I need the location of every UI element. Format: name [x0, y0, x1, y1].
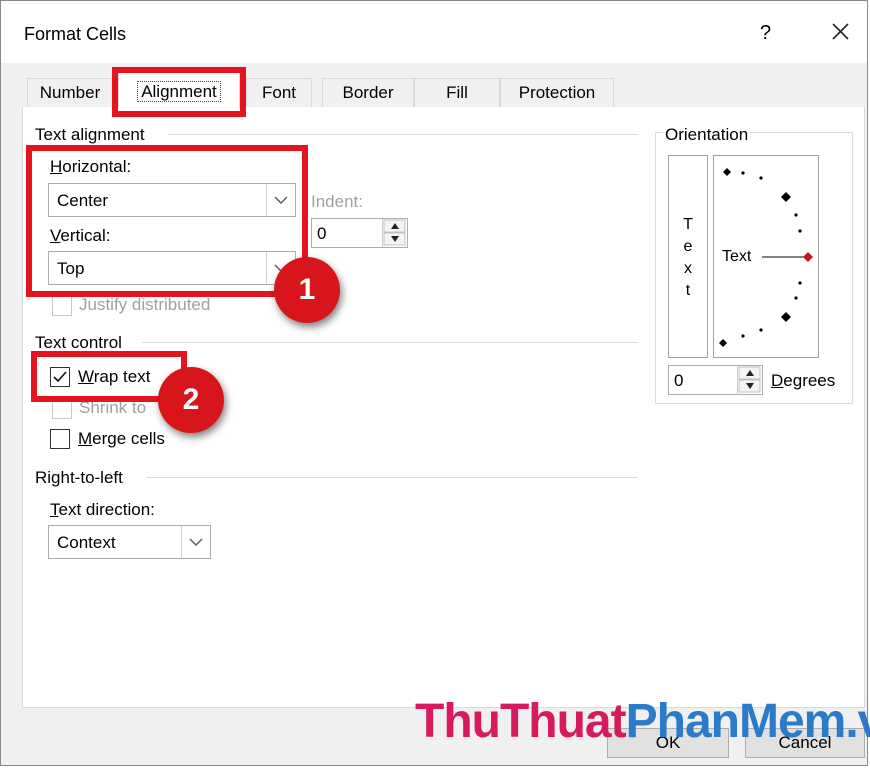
watermark-logo: ThuThuatPhanMem.vn — [415, 694, 870, 749]
text-alignment-divider — [168, 134, 638, 135]
right-to-left-group-title: Right-to-left — [35, 468, 123, 487]
tab-font[interactable]: Font — [246, 78, 312, 108]
tab-border[interactable]: Border — [322, 78, 414, 108]
shrink-to-fit-checkbox[interactable] — [52, 399, 72, 419]
indent-spin-buttons[interactable] — [382, 219, 407, 247]
vertical-text-letter: e — [683, 238, 693, 255]
merge-cells-label-rest: erge cells — [92, 429, 165, 448]
alignment-tab-highlight — [112, 67, 246, 117]
indent-value: 0 — [317, 224, 327, 243]
text-control-divider — [142, 342, 638, 343]
justify-distributed-checkbox[interactable] — [52, 296, 72, 316]
vertical-text-letter: t — [685, 282, 691, 299]
text-direction-value: Context — [57, 533, 116, 552]
spin-arrows-icon — [383, 219, 406, 246]
orientation-dial[interactable]: Text — [713, 155, 819, 358]
alignment-fields-highlight — [26, 145, 308, 297]
step-badge-1: 1 — [274, 257, 340, 323]
merge-cells-label: Merge cells — [78, 429, 165, 448]
tab-number[interactable]: Number — [27, 78, 113, 108]
text-alignment-group-title: Text alignment — [35, 125, 145, 144]
degrees-spinner[interactable]: 0 — [668, 365, 763, 395]
spin-arrows-icon — [738, 366, 761, 393]
text-control-group-title: Text control — [35, 333, 122, 352]
orientation-dial-text: Text — [722, 248, 752, 265]
watermark-part-1: ThuThuat — [415, 695, 627, 748]
right-to-left-divider — [146, 477, 638, 478]
tab-fill[interactable]: Fill — [414, 78, 500, 108]
close-icon — [832, 23, 849, 40]
indent-label: Indent: — [311, 192, 363, 211]
close-button[interactable] — [826, 16, 856, 46]
step-badge-2: 2 — [158, 367, 224, 433]
vertical-text-letter: x — [684, 260, 692, 277]
merge-cells-checkbox[interactable] — [50, 429, 70, 449]
watermark-part-3: .vn — [845, 695, 870, 748]
watermark-part-2: PhanMem — [625, 695, 847, 748]
degrees-value: 0 — [674, 371, 684, 390]
dialog-title: Format Cells — [24, 24, 127, 44]
vertical-text-letter: T — [683, 216, 693, 233]
justify-distributed-label: Justify distributed — [79, 295, 211, 314]
degrees-label-rest: egrees — [783, 371, 836, 390]
text-direction-label: Text direction: — [50, 500, 155, 519]
degrees-label: Degrees — [771, 371, 836, 390]
help-button[interactable]: ? — [760, 22, 771, 45]
tab-protection[interactable]: Protection — [500, 78, 614, 108]
text-direction-select[interactable]: Context — [48, 525, 211, 559]
degrees-spin-buttons[interactable] — [737, 366, 762, 394]
chevron-down-icon — [189, 538, 203, 546]
indent-spinner[interactable]: 0 — [311, 218, 408, 248]
vertical-text-option[interactable]: T e x t — [668, 155, 708, 358]
title-bar — [1, 1, 867, 63]
text-direction-dropdown-button[interactable] — [181, 526, 210, 558]
orientation-group-title: Orientation — [663, 125, 751, 145]
text-direction-label-rest: ext direction: — [58, 500, 155, 519]
